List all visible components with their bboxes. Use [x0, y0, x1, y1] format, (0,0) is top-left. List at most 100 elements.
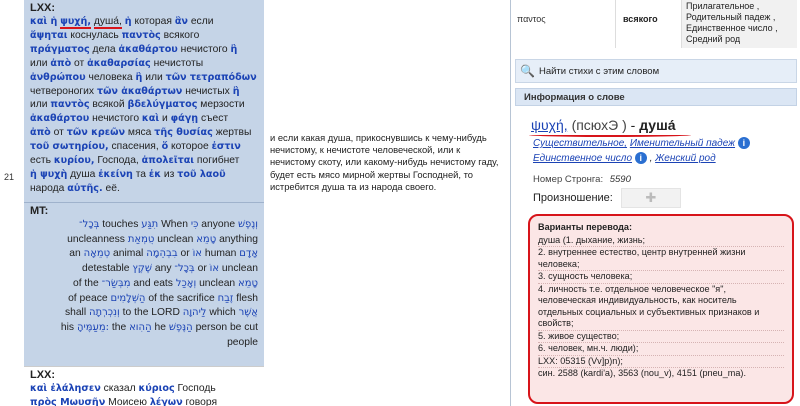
hebrew-word[interactable]: אוֹ — [193, 248, 202, 259]
greek-word[interactable]: ἀπὸ — [50, 58, 71, 69]
hebrew-word[interactable]: כִּי — [191, 219, 199, 230]
lxx-line: ἀκαθάρτου нечистого καὶ и φάγῃ съест — [30, 112, 258, 126]
lxx-line: ἀνθρώπου человека ἢ или τῶν τετραπόδων — [30, 71, 258, 85]
transliteration: (псюхЭ ) — [571, 117, 627, 133]
greek-word[interactable]: ἐστιν — [212, 141, 241, 152]
english-gloss: flesh — [236, 292, 258, 304]
audio-plugin-icon[interactable]: ✚ — [620, 188, 681, 208]
hebrew-word[interactable]: בְּכָל־ — [79, 219, 99, 230]
strong-number: Номер Стронга: 5590 — [533, 174, 631, 185]
hebrew-word[interactable]: מֵעַמֶּיהָ: — [77, 322, 109, 333]
russian-gloss: нечистого — [92, 113, 140, 125]
hebrew-word[interactable]: הַשְּׁלָמִים — [110, 293, 145, 304]
greek-word[interactable]: πράγματος — [30, 44, 90, 55]
hebrew-word[interactable]: וְנִכְרְתָה — [89, 307, 120, 318]
russian-gloss: душа — [70, 168, 96, 180]
greek-word[interactable]: λέγων — [150, 397, 183, 406]
greek-word[interactable]: ἡ — [125, 16, 132, 27]
greek-word[interactable]: αὐτῆς. — [67, 183, 102, 194]
strong-value[interactable]: 5590 — [610, 174, 631, 185]
russian-gloss: или — [30, 99, 48, 111]
greek-word[interactable]: κυρίου, — [54, 155, 95, 166]
lxx-interlinear: καὶ ἡ ψυχή, душа́, ἡ которая ἂν если ἅψητ… — [30, 15, 258, 196]
gender-link[interactable]: Женский род — [655, 153, 716, 164]
greek-word[interactable]: ἐκείνη — [98, 169, 133, 180]
english-gloss: unclean — [221, 263, 258, 275]
greek-word[interactable]: ἀκαθάρτου — [30, 113, 89, 124]
hebrew-word[interactable]: טָמֵא — [238, 278, 258, 289]
greek-word[interactable]: φάγῃ — [171, 113, 198, 124]
hebrew-word[interactable]: טָמֵא — [196, 234, 216, 245]
greek-word[interactable]: πρὸς Μωυσῆν — [30, 397, 105, 406]
pos-link[interactable]: Существительное, — [533, 138, 627, 149]
greek-word[interactable]: κύριος — [138, 383, 174, 394]
greek-word[interactable]: βδελύγματος — [127, 99, 197, 110]
morph-table-russian[interactable]: всякого — [623, 14, 683, 24]
hebrew-word[interactable]: הַנֶּפֶשׁ — [169, 322, 193, 333]
number-link[interactable]: Единственное число — [533, 153, 632, 164]
greek-word[interactable]: καὶ ἐλάλησεν — [30, 383, 101, 394]
greek-word[interactable]: ἢ — [230, 44, 237, 55]
greek-word[interactable]: τοῦ σωτηρίου, — [30, 141, 109, 152]
hebrew-word[interactable]: הַהִוא — [129, 322, 151, 333]
morph-table-greek[interactable]: παντος — [517, 14, 589, 24]
hebrew-word[interactable]: שֶׁקֶץ — [132, 263, 152, 274]
hebrew-word[interactable]: בִבְהֵמָה — [146, 248, 177, 259]
hebrew-word[interactable]: אֲשֶׁר — [239, 307, 258, 318]
hebrew-word[interactable]: מִבְּשַׂר־ — [102, 278, 131, 289]
hebrew-word[interactable]: וְאָכַל — [176, 278, 196, 289]
greek-word[interactable]: ἐκ — [149, 169, 161, 180]
greek-word[interactable]: ἡ ψυχὴ — [30, 169, 67, 180]
russian-gloss: из — [163, 168, 175, 180]
greek-word[interactable]: ἅψηται — [30, 30, 68, 41]
greek-word[interactable]: καὶ ἡ — [30, 16, 57, 27]
find-verses-button[interactable]: 🔍 Найти стихи с этим словом — [515, 59, 797, 83]
lemma-link[interactable]: ψυχή, — [531, 117, 568, 133]
greek-word[interactable]: τοῦ λαοῦ — [177, 169, 225, 180]
greek-word[interactable]: παντὸς — [50, 99, 89, 110]
greek-word[interactable]: τῶν τετραπόδων — [166, 72, 257, 83]
russian-gloss: сказал — [103, 383, 136, 394]
russian-gloss: та — [135, 168, 147, 180]
english-gloss: which — [209, 307, 236, 319]
russian-gloss: Моисею — [108, 396, 147, 406]
greek-word[interactable]: ψυχή, — [60, 16, 91, 29]
russian-gloss: или — [145, 71, 163, 83]
hebrew-word[interactable]: בְּכָל־ — [174, 263, 194, 274]
greek-word[interactable]: ἀπολεῖται — [142, 155, 194, 166]
greek-word[interactable]: τῆς θυσίας — [154, 127, 213, 138]
greek-word[interactable]: ὅ — [162, 141, 169, 152]
greek-word[interactable]: ἀπὸ — [30, 127, 51, 138]
greek-word[interactable]: καὶ — [142, 113, 159, 124]
russian-gloss: если — [190, 16, 214, 27]
hebrew-word[interactable]: לַיהוָה — [183, 307, 207, 318]
hebrew-word[interactable]: טְמֵאָה — [84, 248, 111, 259]
greek-word[interactable]: τῶν ἀκαθάρτων — [97, 86, 182, 97]
greek-word[interactable]: ἢ — [233, 86, 240, 97]
greek-word[interactable]: ἂν — [175, 16, 188, 27]
greek-word[interactable]: ἀκαθάρτου — [119, 44, 178, 55]
english-gloss: he — [154, 321, 166, 333]
greek-word[interactable]: παντὸς — [122, 30, 161, 41]
info-icon[interactable]: i — [737, 137, 750, 150]
hebrew-word[interactable]: וְנֶפֶשׁ — [238, 219, 258, 230]
russian-gloss: дела — [92, 43, 116, 55]
russian-gloss: и — [161, 113, 168, 125]
hebrew-word[interactable]: זֶבַח — [218, 293, 234, 304]
greek-word[interactable]: ἀκαθαρσίας — [87, 58, 151, 69]
greek-word[interactable]: ἀνθρώπου — [30, 72, 86, 83]
case-link[interactable]: Именительный падеж — [630, 138, 735, 149]
hebrew-word[interactable]: אוֹ — [210, 263, 219, 274]
mt-line: detestable שֶׁקֶץ any בְּכָל־ or אוֹ unc… — [30, 262, 258, 277]
info-icon[interactable]: i — [634, 152, 647, 165]
variant-item: душа (1. дыхание, жизнь; — [538, 235, 784, 247]
russian-gloss: всякой — [92, 99, 125, 111]
hebrew-word[interactable]: טֻמְאַת — [128, 234, 155, 245]
hebrew-word[interactable]: תִגַּע — [141, 219, 158, 230]
russian-word: душа́ — [639, 117, 676, 133]
english-gloss: shall — [64, 307, 87, 319]
russian-gloss: всякого — [163, 29, 200, 41]
hebrew-word[interactable]: אָדָם — [239, 248, 258, 259]
greek-word[interactable]: ἢ — [135, 72, 142, 83]
greek-word[interactable]: τῶν κρεῶν — [67, 127, 125, 138]
